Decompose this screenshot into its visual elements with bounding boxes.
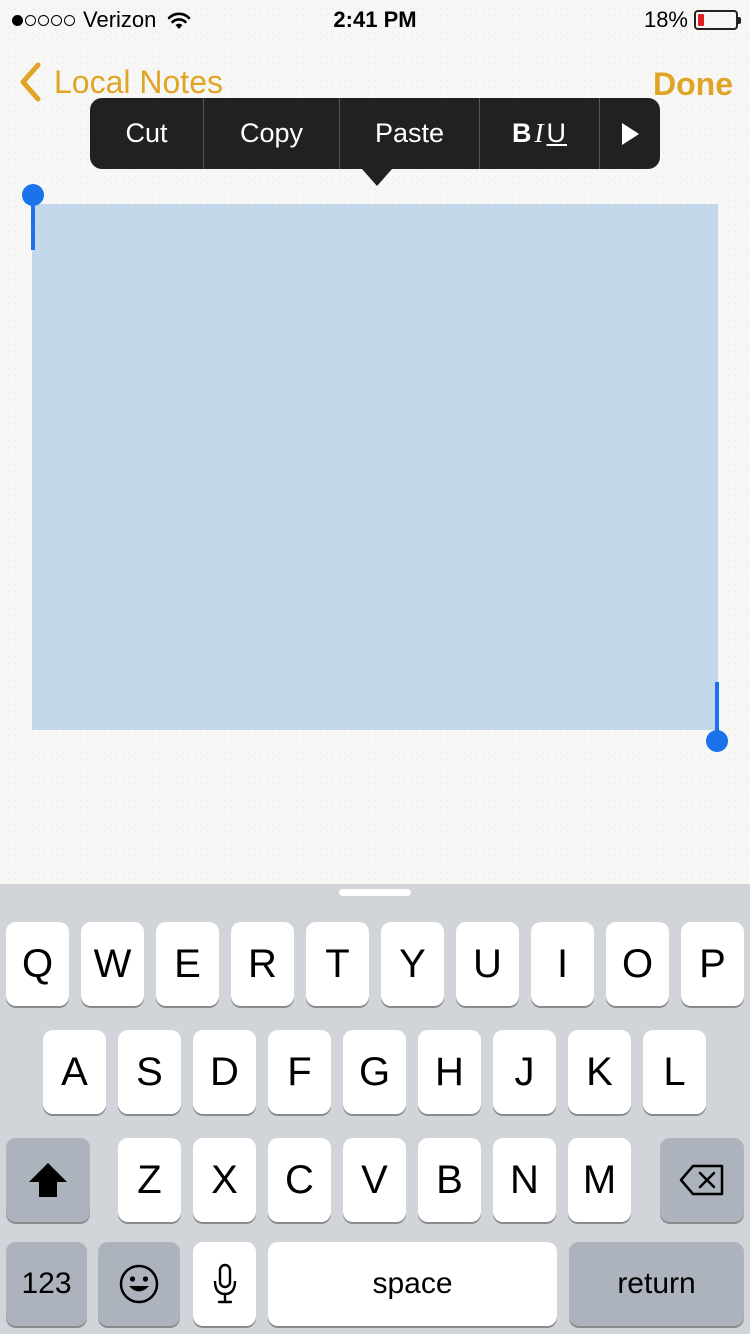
- key-m[interactable]: M: [568, 1138, 631, 1222]
- selection-start-stem: [31, 200, 35, 250]
- key-o[interactable]: O: [606, 922, 669, 1006]
- cut-menu-item[interactable]: Cut: [90, 98, 204, 169]
- backspace-key[interactable]: [660, 1138, 744, 1222]
- key-c[interactable]: C: [268, 1138, 331, 1222]
- back-button-label: Local Notes: [54, 63, 223, 100]
- microphone-icon: [213, 1263, 236, 1304]
- status-bar: Verizon 2:41 PM 18%: [0, 0, 750, 40]
- selection-end-stem: [715, 682, 719, 732]
- done-button[interactable]: Done: [653, 66, 733, 103]
- status-time: 2:41 PM: [333, 7, 417, 32]
- key-d[interactable]: D: [193, 1030, 256, 1114]
- key-p[interactable]: P: [681, 922, 744, 1006]
- bold-label: B: [512, 118, 533, 148]
- key-v[interactable]: V: [343, 1138, 406, 1222]
- keyboard: QWERTYUIOP ASDFGHJKL ZXCVBNM 123 space ret…: [0, 884, 750, 1334]
- emoji-smiley-icon: [119, 1264, 159, 1304]
- triangle-right-icon: [621, 122, 639, 145]
- battery-percent: 18%: [643, 7, 688, 32]
- text-selection-highlight: [32, 204, 718, 730]
- key-e[interactable]: E: [156, 922, 219, 1006]
- key-f[interactable]: F: [268, 1030, 331, 1114]
- key-a[interactable]: A: [43, 1030, 106, 1114]
- key-x[interactable]: X: [193, 1138, 256, 1222]
- key-z[interactable]: Z: [118, 1138, 181, 1222]
- backspace-icon: [679, 1164, 724, 1196]
- back-button[interactable]: Local Notes: [18, 62, 223, 102]
- battery-level-fill: [698, 14, 704, 26]
- key-t[interactable]: T: [306, 922, 369, 1006]
- format-menu-item[interactable]: BIU: [480, 98, 600, 169]
- numbers-key[interactable]: 123: [6, 1242, 87, 1326]
- key-i[interactable]: I: [531, 922, 594, 1006]
- key-l[interactable]: L: [643, 1030, 706, 1114]
- microphone-key[interactable]: [193, 1242, 256, 1326]
- battery-icon: [694, 10, 741, 30]
- more-menu-item[interactable]: [600, 98, 660, 169]
- chevron-left-icon: [20, 62, 41, 102]
- selection-end-handle[interactable]: [706, 730, 728, 752]
- key-y[interactable]: Y: [381, 922, 444, 1006]
- key-b[interactable]: B: [418, 1138, 481, 1222]
- return-key[interactable]: return: [569, 1242, 744, 1326]
- key-k[interactable]: K: [568, 1030, 631, 1114]
- status-right: 18%: [643, 7, 741, 33]
- emoji-key[interactable]: [98, 1242, 180, 1326]
- key-g[interactable]: G: [343, 1030, 406, 1114]
- underline-label: U: [546, 118, 567, 148]
- keyboard-grabber[interactable]: [339, 889, 411, 896]
- key-w[interactable]: W: [81, 922, 144, 1006]
- shift-arrow-icon: [29, 1163, 67, 1197]
- key-r[interactable]: R: [231, 922, 294, 1006]
- key-q[interactable]: Q: [6, 922, 69, 1006]
- key-s[interactable]: S: [118, 1030, 181, 1114]
- edit-menu: Cut Copy Paste BIU: [90, 98, 660, 186]
- key-u[interactable]: U: [456, 922, 519, 1006]
- paste-menu-item[interactable]: Paste: [340, 98, 480, 169]
- key-j[interactable]: J: [493, 1030, 556, 1114]
- space-key[interactable]: space: [268, 1242, 557, 1326]
- copy-menu-item[interactable]: Copy: [204, 98, 340, 169]
- shift-key[interactable]: [6, 1138, 90, 1222]
- key-h[interactable]: H: [418, 1030, 481, 1114]
- key-n[interactable]: N: [493, 1138, 556, 1222]
- italic-label: I: [534, 118, 545, 148]
